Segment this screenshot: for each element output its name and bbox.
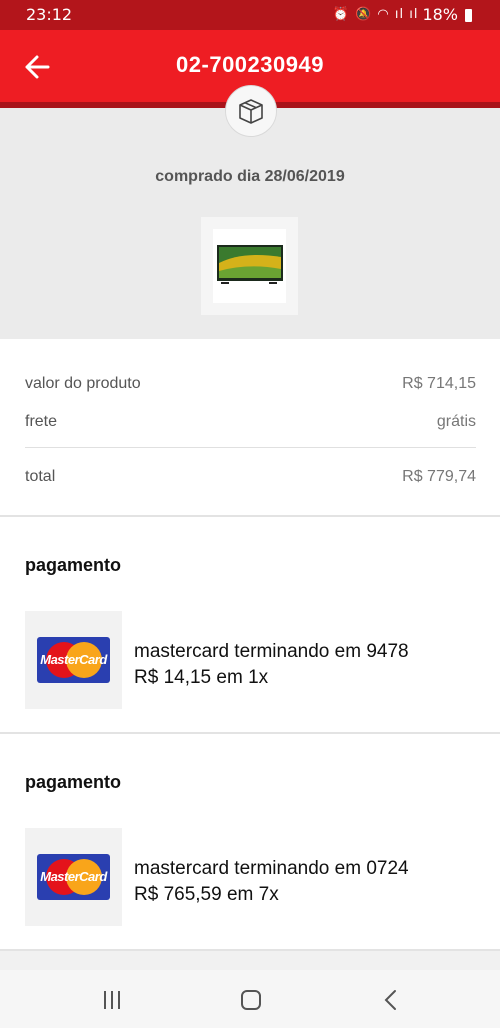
price-divider	[25, 447, 476, 448]
status-time: 23:12	[26, 5, 73, 24]
box-icon	[239, 99, 263, 124]
shipping-label: frete	[25, 413, 58, 430]
status-indicators: ⏰ 🔕 ◠ ıl ıl 18%	[333, 5, 472, 24]
payment-section: pagamento MasterCard mastercard terminan…	[0, 734, 500, 951]
tv-icon	[217, 245, 283, 284]
home-button[interactable]	[238, 988, 264, 1012]
battery-icon	[465, 9, 472, 22]
box-icon-badge	[225, 85, 277, 137]
card-thumbnail: MasterCard	[25, 828, 122, 926]
battery-percent: 18%	[422, 5, 458, 24]
mastercard-icon: MasterCard	[37, 854, 110, 900]
home-icon	[241, 990, 261, 1010]
total-label: total	[25, 468, 56, 485]
product-thumbnail[interactable]	[201, 217, 298, 315]
price-details: valor do produto R$ 714,15 frete grátis …	[0, 339, 500, 517]
payment-amount: R$ 14,15 em 1x	[134, 667, 269, 688]
product-value-amount: R$ 714,15	[402, 375, 476, 392]
product-image	[213, 229, 286, 303]
card-description: mastercard terminando em 0724	[134, 858, 409, 879]
payment-heading: pagamento	[25, 555, 122, 575]
mastercard-icon: MasterCard	[37, 637, 110, 683]
status-bar: 23:12 ⏰ 🔕 ◠ ıl ıl 18%	[0, 0, 500, 30]
payment-heading: pagamento	[25, 772, 122, 792]
status-icons: ⏰ 🔕 ◠ ıl ıl	[332, 7, 419, 22]
card-description: mastercard terminando em 9478	[134, 641, 409, 662]
system-back-button[interactable]	[378, 988, 404, 1012]
recent-apps-button[interactable]	[99, 988, 125, 1012]
total-row: total R$ 779,74	[25, 468, 476, 486]
total-value: R$ 779,74	[402, 468, 476, 485]
system-nav-bar	[0, 970, 500, 1028]
product-value-label: valor do produto	[25, 375, 141, 392]
back-icon	[384, 990, 396, 1010]
card-thumbnail: MasterCard	[25, 611, 122, 709]
mastercard-logo-text: MasterCard	[40, 869, 107, 884]
shipping-value: grátis	[436, 413, 476, 430]
payment-amount: R$ 765,59 em 7x	[134, 884, 279, 905]
mastercard-logo-text: MasterCard	[40, 652, 107, 667]
product-value-row: valor do produto R$ 714,15	[25, 375, 476, 393]
recent-apps-icon	[104, 991, 120, 1009]
page-title: 02-700230949	[176, 52, 324, 77]
payment-section: pagamento MasterCard mastercard terminan…	[0, 517, 500, 734]
purchase-date: comprado dia 28/06/2019	[155, 168, 345, 185]
shipping-row: frete grátis	[25, 413, 476, 431]
